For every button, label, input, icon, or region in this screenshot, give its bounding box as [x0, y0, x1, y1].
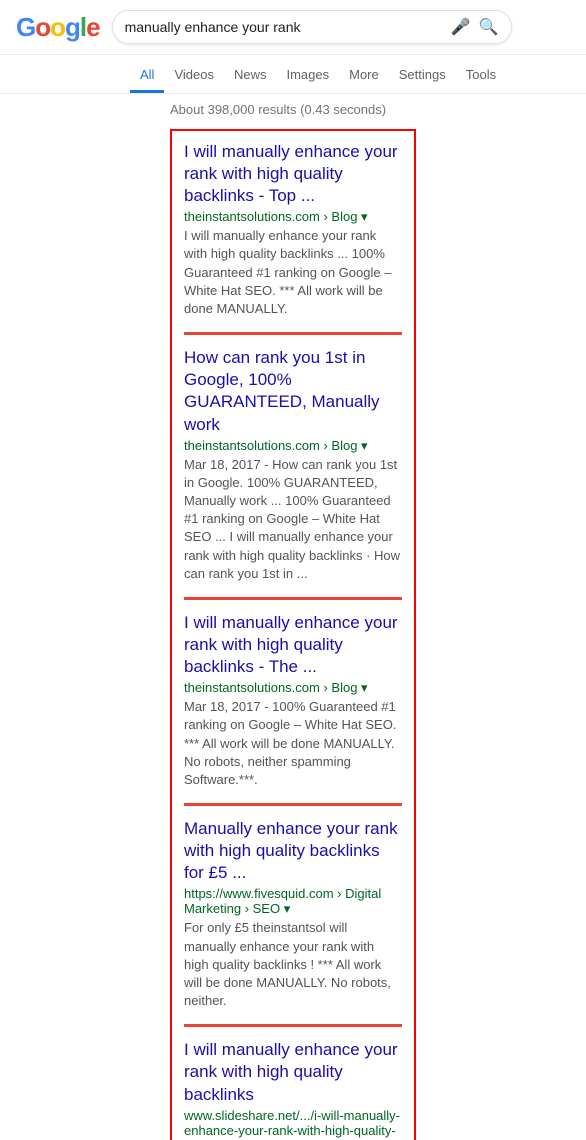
result-title[interactable]: Manually enhance your rank with high qua…	[184, 819, 398, 882]
result-title[interactable]: I will manually enhance your rank with h…	[184, 142, 398, 205]
logo-letter-g2: g	[65, 12, 80, 43]
nav-item-more[interactable]: More	[339, 59, 389, 93]
header: G o o g l e 🎤 🔍	[0, 0, 586, 55]
results-count: About 398,000 results (0.43 seconds)	[0, 94, 586, 125]
red-underline-bar	[184, 1024, 402, 1027]
result-url: theinstantsolutions.com › Blog ▾	[184, 438, 402, 454]
navigation: All Videos News Images More Settings Too…	[0, 55, 586, 94]
result-url: theinstantsolutions.com › Blog ▾	[184, 680, 402, 696]
result-desc: For only £5 theinstantsol will manually …	[184, 919, 402, 1010]
list-item: Manually enhance your rank with high qua…	[172, 808, 414, 1020]
highlighted-results-section: I will manually enhance your rank with h…	[170, 129, 416, 1140]
logo-letter-g: G	[16, 12, 35, 43]
red-underline-bar	[184, 332, 402, 335]
nav-item-settings[interactable]: Settings	[389, 59, 456, 93]
logo-letter-e: e	[86, 12, 99, 43]
list-item: I will manually enhance your rank with h…	[172, 1029, 414, 1140]
logo-letter-o1: o	[35, 12, 50, 43]
nav-item-images[interactable]: Images	[276, 59, 339, 93]
result-title[interactable]: How can rank you 1st in Google, 100% GUA…	[184, 348, 380, 433]
result-desc: Mar 18, 2017 - How can rank you 1st in G…	[184, 456, 402, 583]
nav-left: All Videos News Images More	[130, 59, 389, 93]
nav-item-tools[interactable]: Tools	[456, 59, 506, 93]
list-item: How can rank you 1st in Google, 100% GUA…	[172, 337, 414, 593]
nav-item-videos[interactable]: Videos	[164, 59, 224, 93]
search-input[interactable]	[125, 19, 451, 35]
result-url: www.slideshare.net/.../i-will-manually-e…	[184, 1108, 402, 1140]
result-title[interactable]: I will manually enhance your rank with h…	[184, 1040, 398, 1103]
google-logo: G o o g l e	[16, 12, 100, 43]
logo-letter-o2: o	[50, 12, 65, 43]
red-underline-bar	[184, 597, 402, 600]
red-underline-bar	[184, 803, 402, 806]
result-url: theinstantsolutions.com › Blog ▾	[184, 209, 402, 225]
result-desc: I will manually enhance your rank with h…	[184, 227, 402, 318]
result-url: https://www.fivesquid.com › Digital Mark…	[184, 886, 402, 917]
list-item: I will manually enhance your rank with h…	[172, 602, 414, 799]
nav-item-news[interactable]: News	[224, 59, 277, 93]
microphone-icon[interactable]: 🎤	[451, 17, 471, 37]
nav-item-all[interactable]: All	[130, 59, 164, 93]
search-icon-group: 🎤 🔍	[451, 17, 499, 37]
search-results: I will manually enhance your rank with h…	[0, 125, 586, 1140]
result-desc: Mar 18, 2017 - 100% Guaranteed #1 rankin…	[184, 698, 402, 789]
search-icon[interactable]: 🔍	[479, 17, 499, 37]
list-item: I will manually enhance your rank with h…	[172, 131, 414, 328]
nav-right: Settings Tools	[389, 59, 506, 93]
search-bar[interactable]: 🎤 🔍	[112, 10, 512, 44]
result-title[interactable]: I will manually enhance your rank with h…	[184, 613, 398, 676]
